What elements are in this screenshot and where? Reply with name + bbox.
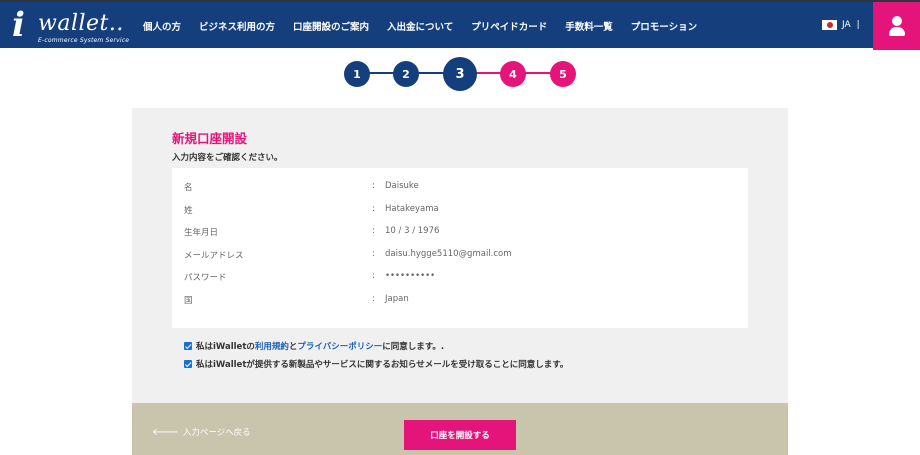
detail-colon: :	[372, 271, 375, 281]
detail-row-first-name: 名 : Daisuke	[172, 181, 748, 195]
detail-colon: :	[372, 294, 375, 304]
main-nav: 個人の方 ビジネス利用の方 口座開設のご案内 入出金について プリペイドカード …	[143, 19, 715, 33]
japan-flag-icon	[822, 20, 837, 30]
detail-colon: :	[372, 181, 375, 191]
detail-value: daisu.hygge5110@gmail.com	[385, 249, 512, 259]
step-3: 3	[443, 57, 477, 91]
newsletter-text: 私はiWalletが提供する新製品やサービスに関するお知らせメールを受け取ること…	[196, 360, 569, 370]
language-label: JA	[842, 20, 851, 30]
top-header: i wallet.. E-commerce System Service 個人の…	[0, 0, 920, 50]
privacy-policy-link[interactable]: プライバシーポリシー	[297, 340, 382, 352]
detail-value: 10 / 3 / 1976	[385, 226, 440, 236]
user-icon	[888, 16, 906, 36]
page-subtitle: 入力内容をご確認ください。	[172, 153, 283, 163]
page-title: 新規口座開設	[172, 131, 248, 146]
confirmation-panel: 新規口座開設 入力内容をご確認ください。 名 : Daisuke 姓 : Hat…	[132, 108, 788, 403]
detail-value: ••••••••••	[385, 271, 436, 281]
iwallet-logo[interactable]: i wallet.. E-commerce System Service	[12, 5, 129, 46]
step-indicator: 1 2 3 4 5	[341, 57, 579, 91]
detail-label: 名	[184, 183, 193, 193]
step-1: 1	[344, 61, 370, 87]
detail-row-email: メールアドレス : daisu.hygge5110@gmail.com	[172, 249, 748, 263]
nav-item-promotion[interactable]: プロモーション	[631, 19, 697, 33]
step-5: 5	[550, 61, 576, 87]
open-account-button[interactable]: 口座を開設する	[404, 420, 516, 450]
logo-tagline: E-commerce System Service	[38, 37, 130, 44]
nav-item-account-opening[interactable]: 口座開設のご案内	[293, 19, 369, 33]
newsletter-consent[interactable]: 私はiWalletが提供する新製品やサービスに関するお知らせメールを受け取ること…	[184, 358, 568, 370]
detail-colon: :	[372, 249, 375, 259]
language-selector[interactable]: JA |	[822, 20, 860, 30]
nav-item-business[interactable]: ビジネス利用の方	[199, 19, 275, 33]
confirmation-details: 名 : Daisuke 姓 : Hatakeyama 生年月日 : 10 / 3…	[172, 168, 748, 328]
detail-label: 国	[184, 296, 193, 306]
nav-item-fees[interactable]: 手数料一覧	[565, 19, 613, 33]
detail-row-birthdate: 生年月日 : 10 / 3 / 1976	[172, 226, 748, 240]
detail-row-last-name: 姓 : Hatakeyama	[172, 204, 748, 218]
nav-item-personal[interactable]: 個人の方	[143, 19, 181, 33]
detail-row-password: パスワード : ••••••••••	[172, 271, 748, 285]
terms-text-pre: 私はiWalletの	[196, 342, 255, 352]
action-bar: 🡐 入力ページへ戻る 口座を開設する	[132, 403, 788, 455]
step-4: 4	[500, 61, 526, 87]
detail-value: Hatakeyama	[385, 204, 439, 214]
step-2: 2	[393, 61, 419, 87]
arrow-left-icon: 🡐	[152, 427, 179, 438]
detail-label: 姓	[184, 206, 193, 216]
detail-row-country: 国 : Japan	[172, 294, 748, 308]
nav-item-deposit-withdrawal[interactable]: 入出金について	[387, 19, 453, 33]
back-to-input-link[interactable]: 🡐 入力ページへ戻る	[152, 426, 251, 438]
detail-colon: :	[372, 204, 375, 214]
detail-label: パスワード	[184, 273, 227, 283]
detail-value: Daisuke	[385, 181, 419, 191]
terms-of-use-link[interactable]: 利用規約	[255, 340, 289, 352]
account-button[interactable]	[873, 2, 920, 50]
terms-text-mid: と	[288, 342, 298, 352]
detail-label: 生年月日	[184, 228, 219, 238]
nav-item-prepaid-card[interactable]: プリペイドカード	[471, 19, 547, 33]
back-label: 入力ページへ戻る	[182, 428, 251, 438]
language-separator: |	[856, 20, 860, 30]
terms-consent[interactable]: 私はiWalletの 利用規約 と プライバシーポリシー に同意します。.	[184, 340, 444, 352]
logo-wordmark: wallet..	[38, 11, 124, 36]
terms-checkbox[interactable]	[184, 342, 192, 350]
detail-value: Japan	[385, 294, 409, 304]
logo-i-mark: i	[12, 5, 25, 45]
detail-label: メールアドレス	[184, 251, 244, 261]
detail-colon: :	[372, 226, 375, 236]
terms-text-post: に同意します。.	[382, 342, 445, 352]
newsletter-checkbox[interactable]	[184, 360, 192, 368]
